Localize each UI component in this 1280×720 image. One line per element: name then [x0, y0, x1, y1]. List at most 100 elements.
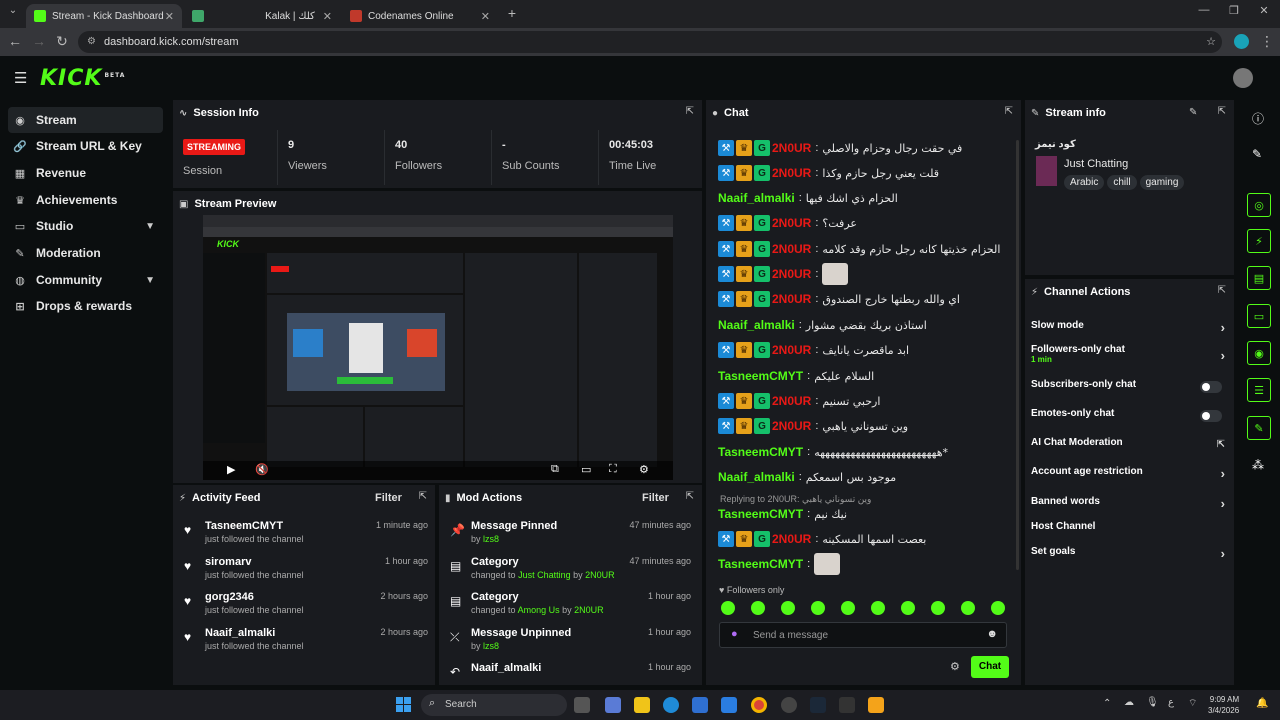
activity-user[interactable]: Naaif_almalki: [205, 627, 275, 639]
close-tab-icon[interactable]: ✕: [323, 10, 332, 23]
clock[interactable]: 9:09 AM 3/4/2026: [1208, 694, 1239, 716]
settings-gear-icon[interactable]: ⚙: [639, 463, 649, 476]
host-channel-row[interactable]: Host Channel: [1031, 521, 1228, 541]
clip-icon[interactable]: ◎: [1247, 193, 1271, 217]
file-explorer-icon[interactable]: [634, 697, 650, 713]
tray-chevron-icon[interactable]: ⌃: [1103, 698, 1111, 709]
chat-username[interactable]: Naaif_almalki: [718, 318, 795, 332]
outlook-icon[interactable]: [721, 697, 737, 713]
sidebar-item-community[interactable]: ◍ Community ▼: [8, 267, 163, 293]
chat-username[interactable]: TasneemCMYT: [718, 445, 803, 459]
sidebar-item-revenue[interactable]: ▦ Revenue: [8, 160, 163, 186]
new-tab-icon[interactable]: +: [503, 5, 521, 21]
widgets-icon[interactable]: [605, 697, 621, 713]
users-icon[interactable]: ⁂: [1252, 458, 1264, 472]
tab-kalak[interactable]: Kalak | كلك ✕: [184, 4, 340, 28]
mod-action-category[interactable]: Just Chatting: [518, 570, 571, 580]
tab-search-icon[interactable]: ⌄: [4, 5, 22, 16]
microphone-icon[interactable]: ●: [731, 628, 738, 640]
sidebar-item-drops-rewards[interactable]: ⊞ Drops & rewards: [8, 293, 163, 319]
quick-emote-icon[interactable]: [931, 601, 945, 615]
activity-user[interactable]: gorg2346: [205, 591, 254, 603]
broadcast-icon[interactable]: ◉: [1247, 341, 1271, 365]
quick-emote-icon[interactable]: [991, 601, 1005, 615]
chat-username[interactable]: Naaif_almalki: [718, 470, 795, 484]
notifications-icon[interactable]: 🔔: [1256, 698, 1268, 709]
profile-avatar-icon[interactable]: [1234, 34, 1249, 49]
activity-user[interactable]: siromarv: [205, 556, 251, 568]
quick-emote-icon[interactable]: [901, 601, 915, 615]
chat-scrollbar[interactable]: [1016, 140, 1019, 570]
activity-filter-button[interactable]: Filter: [375, 492, 402, 504]
task-view-icon[interactable]: [574, 697, 590, 713]
microphone-icon[interactable]: 🎙: [1146, 697, 1159, 708]
url-input[interactable]: ⚙ dashboard.kick.com/stream ☆: [78, 31, 1222, 53]
quick-emote-icon[interactable]: [811, 601, 825, 615]
set-goals-row[interactable]: Set goals ›: [1031, 546, 1228, 566]
followers-only-row[interactable]: Followers-only chat 1 min ›: [1031, 344, 1228, 370]
edit-icon[interactable]: ✎: [1189, 107, 1197, 118]
keyboard-layout-icon[interactable]: ع: [1168, 697, 1174, 708]
user-avatar[interactable]: [1233, 68, 1253, 88]
sidebar-item-stream[interactable]: ◉ Stream: [8, 107, 163, 133]
quick-emote-icon[interactable]: [751, 601, 765, 615]
close-tab-icon[interactable]: ✕: [165, 10, 174, 23]
obs-icon[interactable]: [781, 697, 797, 713]
quick-emote-icon[interactable]: [871, 601, 885, 615]
activity-user[interactable]: TasneemCMYT: [205, 520, 283, 532]
app-icon[interactable]: [868, 697, 884, 713]
forward-icon[interactable]: →: [30, 33, 48, 49]
edge-icon[interactable]: [663, 697, 679, 713]
epic-games-icon[interactable]: [839, 697, 855, 713]
chat-username[interactable]: 2N0UR: [772, 394, 811, 408]
ai-moderation-row[interactable]: AI Chat Moderation ⇱: [1031, 437, 1228, 457]
mod-action-user[interactable]: 2N0UR: [585, 570, 615, 580]
emotes-only-toggle[interactable]: [1200, 410, 1222, 422]
mod-action-user[interactable]: lzs8: [483, 641, 499, 651]
account-age-row[interactable]: Account age restriction ›: [1031, 466, 1228, 486]
play-icon[interactable]: ▶: [227, 463, 235, 476]
windows-start-icon[interactable]: [396, 697, 412, 713]
chat-username[interactable]: TasneemCMYT: [718, 507, 803, 521]
popout-icon[interactable]: ⇱: [686, 106, 694, 117]
popout-icon[interactable]: ⇱: [419, 491, 427, 502]
close-tab-icon[interactable]: ✕: [481, 10, 490, 23]
category-name[interactable]: Just Chatting: [1064, 158, 1128, 170]
document-icon[interactable]: ▤: [1247, 266, 1271, 290]
chrome-icon[interactable]: [751, 697, 767, 713]
chat-username[interactable]: 2N0UR: [772, 141, 811, 155]
taskbar-search[interactable]: ⌕ Search: [421, 694, 567, 716]
layout-icon[interactable]: ☰: [1247, 378, 1271, 402]
reload-icon[interactable]: ↻: [53, 33, 71, 50]
banned-words-row[interactable]: Banned words ›: [1031, 496, 1228, 516]
popout-icon[interactable]: ⇱: [1218, 285, 1226, 296]
mod-action-user[interactable]: 2N0UR: [574, 605, 604, 615]
onedrive-icon[interactable]: ☁: [1124, 697, 1134, 708]
mod-action-user[interactable]: lzs8: [483, 534, 499, 544]
steam-icon[interactable]: [810, 697, 826, 713]
chat-username[interactable]: TasneemCMYT: [718, 557, 803, 571]
quick-emote-icon[interactable]: [781, 601, 795, 615]
quick-emote-icon[interactable]: [721, 601, 735, 615]
quick-emote-icon[interactable]: [841, 601, 855, 615]
bookmark-star-icon[interactable]: ☆: [1206, 31, 1216, 53]
chat-username[interactable]: Naaif_almalki: [718, 191, 795, 205]
chat-input[interactable]: ● Send a message ☻: [719, 622, 1007, 648]
chat-username[interactable]: 2N0UR: [772, 242, 811, 256]
modactions-filter-button[interactable]: Filter: [642, 492, 669, 504]
minimize-icon[interactable]: —: [1195, 4, 1213, 16]
popout-icon[interactable]: ⇱: [686, 491, 694, 502]
quick-emote-icon[interactable]: [961, 601, 975, 615]
chat-username[interactable]: 2N0UR: [772, 292, 811, 306]
tag[interactable]: Arabic: [1064, 175, 1105, 190]
chat-username[interactable]: 2N0UR: [772, 532, 811, 546]
pip-icon[interactable]: ⧉: [551, 463, 559, 476]
sidebar-item-stream-url-key[interactable]: 🔗 Stream URL & Key: [8, 133, 163, 159]
popout-icon[interactable]: ⇱: [1005, 106, 1013, 117]
wifi-icon[interactable]: ⌔: [1188, 697, 1197, 710]
chat-settings-gear-icon[interactable]: ⚙: [950, 660, 960, 673]
slow-mode-row[interactable]: Slow mode ›: [1031, 320, 1228, 340]
sidebar-item-achievements[interactable]: ♛ Achievements: [8, 187, 163, 213]
info-icon[interactable]: ⓘ: [1252, 110, 1264, 127]
sidebar-item-moderation[interactable]: ✎ Moderation: [8, 240, 163, 266]
